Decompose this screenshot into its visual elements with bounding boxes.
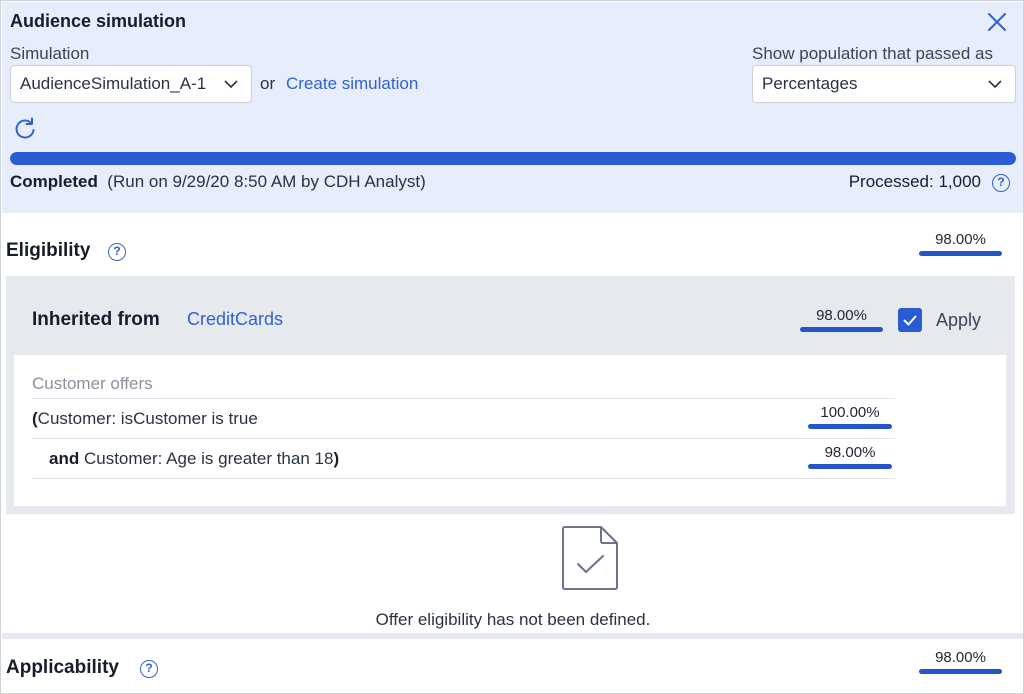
simulation-select[interactable]: AudienceSimulation_A-1 [10, 65, 252, 103]
empty-state-message: Offer eligibility has not been defined. [375, 610, 651, 629]
checkmark-icon [903, 315, 917, 326]
chevron-down-icon [224, 80, 238, 89]
percent-bar [919, 251, 1002, 256]
rule-connector: and [49, 449, 80, 468]
rule-text: Customer: Age is greater than 18 [79, 449, 334, 468]
simulation-label: Simulation [10, 44, 90, 63]
divider [32, 438, 895, 439]
chevron-down-icon [988, 80, 1002, 89]
run-status: Completed (Run on 9/29/20 8:50 AM by CDH… [10, 172, 426, 192]
percent-value: 98.00% [816, 307, 867, 324]
percent-value: 98.00% [935, 649, 986, 666]
applicability-percent: 98.00% [919, 649, 1002, 674]
close-icon[interactable] [986, 11, 1008, 33]
apply-label[interactable]: Apply [936, 310, 981, 331]
applicability-title: Applicability [6, 657, 119, 678]
rule-percent: 100.00% [808, 404, 892, 429]
percent-value: 98.00% [935, 231, 986, 248]
eligibility-percent: 98.00% [919, 231, 1002, 256]
rules-list: Customer offers (Customer: isCustomer is… [14, 355, 1006, 506]
percent-bar [808, 424, 892, 429]
population-selected-value: Percentages [762, 74, 858, 93]
or-text: or [260, 74, 276, 93]
section-divider [2, 633, 1023, 639]
audience-simulation-panel: Audience simulation Simulation AudienceS… [0, 0, 1024, 694]
apply-checkbox[interactable] [898, 308, 922, 332]
document-check-icon [562, 526, 618, 590]
processed-count: Processed: 1,000 [848, 172, 981, 191]
population-select[interactable]: Percentages [752, 65, 1016, 103]
population-label: Show population that passed as [752, 44, 994, 63]
help-icon[interactable]: ? [992, 174, 1010, 192]
status-state: Completed [10, 172, 98, 191]
create-simulation-link[interactable]: Create simulation [286, 74, 418, 94]
inherited-from-label: Inherited from [32, 309, 160, 330]
divider [32, 398, 895, 399]
inherited-source-link[interactable]: CreditCards [187, 309, 283, 330]
rules-heading: Customer offers [32, 374, 153, 393]
simulation-selected-value: AudienceSimulation_A-1 [20, 74, 207, 93]
inherited-eligibility-box: Inherited from CreditCards 98.00% Apply … [6, 276, 1015, 514]
help-icon[interactable]: ? [140, 660, 158, 678]
simulation-header: Audience simulation Simulation AudienceS… [2, 2, 1023, 213]
rule-suffix: ) [333, 449, 340, 468]
rule-row: (Customer: isCustomer is true [32, 409, 258, 429]
percent-value: 100.00% [820, 404, 880, 421]
simulation-progress-bar [10, 152, 1016, 165]
rule-row: and Customer: Age is greater than 18) [49, 449, 339, 469]
percent-bar [919, 669, 1002, 674]
eligibility-title: Eligibility [6, 240, 91, 261]
percent-bar [808, 464, 892, 469]
panel-title: Audience simulation [10, 11, 187, 31]
status-detail: (Run on 9/29/20 8:50 AM by CDH Analyst) [107, 172, 426, 191]
rule-text: Customer: isCustomer is true [37, 409, 258, 428]
inherited-percent: 98.00% [800, 307, 883, 332]
help-icon[interactable]: ? [108, 243, 126, 261]
progress-fill [10, 152, 1016, 165]
percent-value: 98.00% [824, 444, 876, 461]
rule-percent: 98.00% [808, 444, 892, 469]
percent-bar [800, 327, 883, 332]
divider [32, 478, 895, 479]
refresh-icon[interactable] [12, 116, 38, 142]
